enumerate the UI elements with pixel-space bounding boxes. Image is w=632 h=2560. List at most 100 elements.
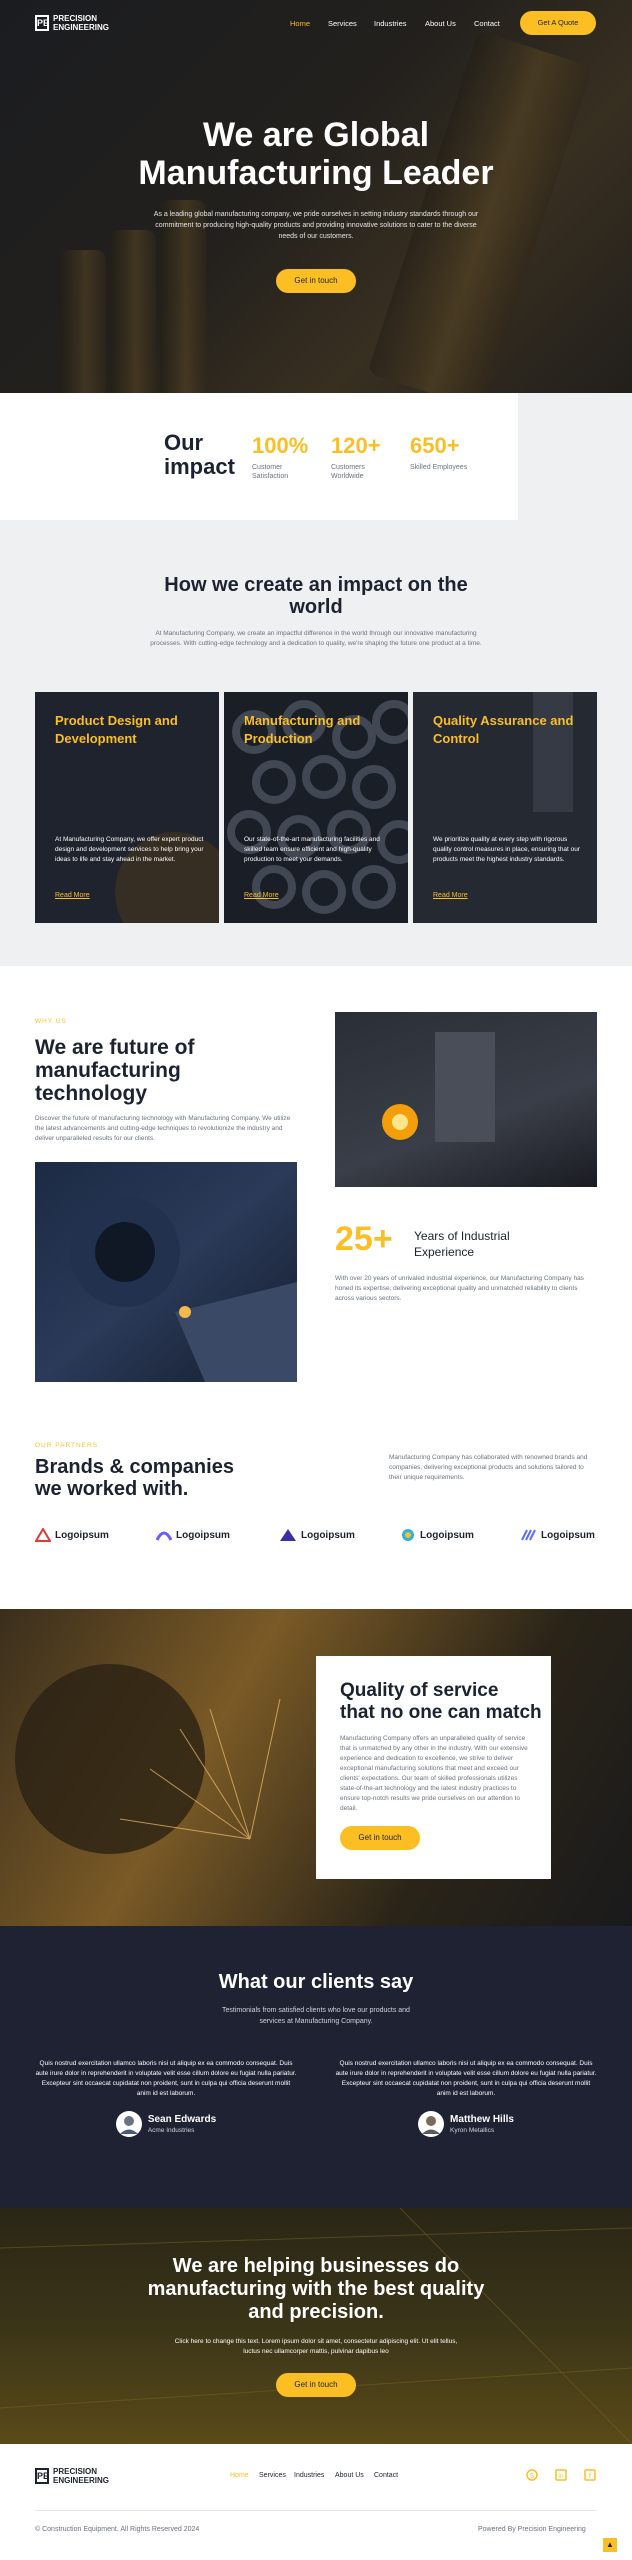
read-more-link[interactable]: Read More	[433, 892, 468, 899]
cta-get-in-touch-button[interactable]: Get in touch	[276, 2373, 356, 2397]
brand-name-line2: ENGINEERING	[53, 2476, 110, 2485]
footer-nav-industries[interactable]: Industries	[294, 2472, 324, 2479]
partners-eyebrow: OUR PARTNERS	[35, 1442, 99, 1449]
read-more-link[interactable]: Read More	[55, 892, 90, 899]
facebook-icon[interactable]: f	[584, 2469, 596, 2481]
impact-section: Our impact 100% Customer Satisfaction 120…	[0, 393, 632, 520]
testimonials-title: What our clients say	[218, 1971, 414, 1993]
impact-card: Our impact 100% Customer Satisfaction 120…	[0, 393, 518, 520]
impact-title: Our impact	[164, 430, 235, 479]
avatar	[418, 2111, 445, 2137]
brand-name-line1: PRECISION	[53, 2467, 98, 2476]
nav-home[interactable]: Home	[290, 19, 310, 28]
how-section: How we create an impact on the world At M…	[0, 520, 632, 966]
testimonial-quote: Quis nostrud exercitation ullamco labori…	[335, 2060, 597, 2097]
quality-section: Quality of service that no one can match …	[0, 1609, 632, 1926]
machinery-image	[35, 1162, 297, 1382]
powered-by-text: Powered By Precision Engineering	[478, 2526, 586, 2533]
linkedin-icon[interactable]: in	[555, 2469, 567, 2481]
testimonial-company: Kyron Metallics	[450, 2127, 495, 2134]
service-card-quality[interactable]: Quality Assurance and Control We priorit…	[413, 692, 597, 923]
logo-arch-icon	[280, 1529, 296, 1541]
footer-nav-about[interactable]: About Us	[335, 2472, 364, 2479]
testimonial-quote: Quis nostrud exercitation ullamco labori…	[35, 2060, 297, 2097]
partners-text: Manufacturing Company has collaborated w…	[389, 1454, 588, 1481]
svg-text:S: S	[530, 2472, 535, 2480]
quality-title: Quality of service that no one can match	[340, 1680, 542, 1723]
logo-mark: PE	[35, 15, 49, 31]
logo-mark: PE	[35, 2468, 49, 2484]
avatar	[115, 2111, 142, 2137]
copyright-text: © Construction Equipment. All Rights Res…	[35, 2526, 200, 2533]
hero-overlay	[0, 0, 632, 393]
partner-logo-4[interactable]: Logoipsum	[400, 1528, 474, 1542]
cta-background-image	[0, 2208, 632, 2444]
get-quote-button[interactable]: Get A Quote	[520, 11, 596, 35]
partners-title: Brands & companies we worked with.	[35, 1456, 234, 1500]
service-card-title: Quality Assurance and Control	[433, 713, 574, 746]
partner-logo-5[interactable]: Logoipsum	[521, 1528, 595, 1542]
service-card-text: We prioritize quality at every step with…	[433, 836, 581, 863]
footer-nav-services[interactable]: Services	[259, 2472, 286, 2479]
testimonial-name: Matthew Hills	[450, 2114, 514, 2125]
logo-wave-icon	[156, 1531, 172, 1541]
years-text: With over 20 years of unrivaled industri…	[335, 1275, 584, 1302]
how-title: How we create an impact on the world	[164, 574, 468, 618]
quality-get-in-touch-button[interactable]: Get in touch	[340, 1826, 420, 1850]
footer-divider	[35, 2510, 597, 2511]
partner-logo-2[interactable]: Logoipsum	[156, 1528, 230, 1542]
testimonial-name: Sean Edwards	[147, 2114, 217, 2125]
svg-text:in: in	[558, 2473, 564, 2480]
brand-logo[interactable]: PE PRECISION ENGINEERING	[35, 14, 109, 32]
brand-name-line1: PRECISION	[53, 14, 98, 23]
service-card-manufacturing[interactable]: Manufacturing and Production Our state-o…	[224, 692, 408, 923]
service-card-title: Manufacturing and Production	[244, 713, 361, 746]
testimonials-subtitle: Testimonials from satisfied clients who …	[222, 2007, 410, 2025]
testimonial-card: Quis nostrud exercitation ullamco labori…	[335, 2059, 597, 2137]
partner-logo-3[interactable]: Logoipsum	[279, 1528, 355, 1542]
testimonials-section: What our clients say Testimonials from s…	[0, 1926, 632, 2208]
why-section: WHY US We are future of manufacturing tech…	[0, 966, 632, 1609]
cta-section: We are helping businesses do manufacturin…	[0, 2208, 632, 2444]
testimonial-card: Quis nostrud exercitation ullamco labori…	[35, 2059, 297, 2137]
service-card-design[interactable]: Product Design and Development At Manufa…	[35, 692, 219, 923]
nav-about[interactable]: About Us	[425, 19, 456, 28]
years-value: 25+	[335, 1220, 393, 1258]
stat-satisfaction: 100% Customer Satisfaction	[252, 433, 309, 480]
skype-icon[interactable]: S	[526, 2469, 538, 2481]
brand-name-line2: ENGINEERING	[53, 23, 110, 32]
why-text: Discover the future of manufacturing tec…	[35, 1115, 291, 1142]
testimonial-company: Acme Industries	[147, 2127, 195, 2134]
stat-customers: 120+ Customers Worldwide	[331, 433, 381, 480]
hero-get-in-touch-button[interactable]: Get in touch	[276, 269, 356, 293]
how-subtitle: At Manufacturing Company, we create an i…	[150, 630, 482, 647]
quality-text: Manufacturing Company offers an unparall…	[340, 1735, 528, 1812]
footer-nav-contact[interactable]: Contact	[374, 2472, 398, 2479]
svg-text:f: f	[589, 2472, 592, 2480]
nav-industries[interactable]: Industries	[374, 19, 407, 28]
nav-contact[interactable]: Contact	[474, 19, 500, 28]
scroll-to-top-button[interactable]: ▲	[603, 2538, 617, 2552]
partner-logo-1[interactable]: Logoipsum	[35, 1528, 109, 1542]
quality-card: Quality of service that no one can match …	[316, 1656, 551, 1879]
hero-title: We are Global Manufacturing Leader	[138, 116, 494, 192]
read-more-link[interactable]: Read More	[244, 892, 279, 899]
why-eyebrow: WHY US	[35, 1018, 67, 1025]
footer-brand-logo[interactable]: PE PRECISION ENGINEERING	[35, 2467, 109, 2485]
hero-section: PE PRECISION ENGINEERING Home Services In…	[0, 0, 632, 393]
service-card-title: Product Design and Development	[55, 713, 178, 746]
cta-title: We are helping businesses do manufacturin…	[147, 2255, 485, 2323]
logo-triangle-icon	[35, 1528, 51, 1542]
logo-circle-icon	[402, 1529, 414, 1541]
years-label: Years of Industrial Experience	[414, 1229, 510, 1259]
footer-nav-home[interactable]: Home	[230, 2472, 249, 2479]
logo-stripes-icon	[521, 1529, 536, 1541]
stat-employees: 650+ Skilled Employees	[410, 433, 468, 471]
service-card-text: Our state-of-the-art manufacturing facil…	[244, 836, 380, 863]
why-title: We are future of manufacturing technology	[35, 1036, 195, 1105]
blacksmith-image	[335, 1012, 597, 1187]
top-nav: PE PRECISION ENGINEERING Home Services In…	[0, 0, 632, 46]
cta-text: Click here to change this text. Lorem ip…	[174, 2338, 458, 2355]
nav-services[interactable]: Services	[328, 19, 357, 28]
hero-subtitle: As a leading global manufacturing compan…	[153, 211, 479, 240]
